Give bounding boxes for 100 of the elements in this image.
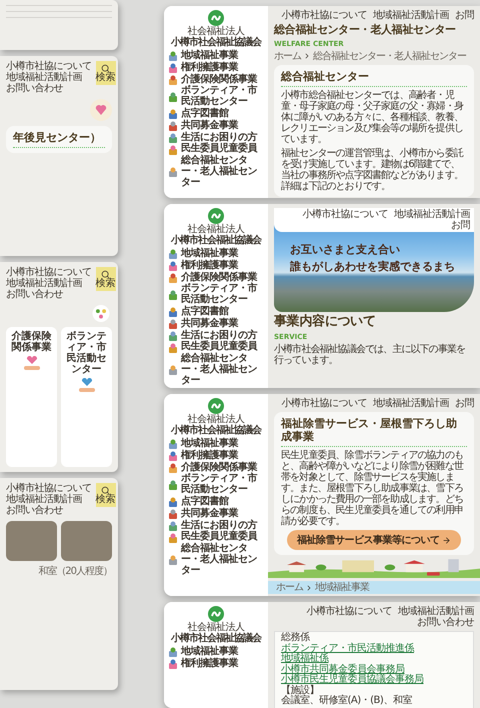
sidebar-item[interactable]: 共同募金事業 (168, 508, 264, 520)
section-heading: 事業内容について (274, 315, 377, 330)
sidebar-item[interactable]: 点字図書館 (168, 306, 264, 318)
org-name: 小樽市社会福祉協議会 (171, 633, 261, 644)
nav-link[interactable]: 地域福祉活動計画 (373, 10, 449, 21)
sidebar-item[interactable]: ボランティア・市民活動センター (168, 284, 264, 306)
sidebar-item[interactable]: 点字図書館 (168, 108, 264, 120)
sidebar-item[interactable]: ボランティア・市民活動センター (168, 474, 264, 496)
sidebar-item[interactable]: 共同募金事業 (168, 318, 264, 330)
sidebar-item[interactable]: ボランティア・市民活動センター (168, 86, 264, 108)
arrow-icon (442, 536, 452, 545)
sidebar-item[interactable]: 権利擁護事業 (168, 62, 264, 74)
category-icon (168, 63, 178, 74)
category-icon (168, 290, 178, 300)
search-icon (101, 486, 110, 494)
category-icon (168, 532, 178, 543)
nav-link[interactable]: 地域福祉活動計画 (394, 209, 470, 220)
search-button[interactable]: 検索 (96, 483, 116, 507)
category-icon (168, 451, 178, 462)
nav-link[interactable]: 地域福祉活動計画 (398, 606, 474, 617)
office-link[interactable]: ボランティア・市民活動推進係 (281, 644, 467, 654)
info-text: 会議室、研修室(A)・(B)、和室 (281, 696, 413, 706)
nav-link[interactable]: お問 (455, 10, 474, 21)
nav-link[interactable]: お問い合わせ (417, 617, 474, 628)
sidebar-item[interactable]: 生活にお困りの方 (168, 330, 264, 342)
sidebar-item[interactable]: 地域福祉事業 (168, 439, 264, 450)
org-type: 社会福祉法人 (188, 224, 244, 235)
nav-link[interactable]: お問い合わせ (6, 289, 92, 300)
paragraph: 民生児童委員、除雪ボランティアの協力のもと、高齢や障がいなどにより除雪が困難な世帯を対象として、除雪サービスを実施します。また、屋根雪下ろし助成事業は、雪下ろしにかかった費用の一部を助成します。どちらの制度も、民生児童委員を通しての利用申請が必要です。 (281, 450, 464, 528)
nav-link[interactable]: お問い合わせ (6, 83, 92, 94)
sidebar-item[interactable]: 民生委員児童委員 (168, 532, 264, 544)
search-icon (101, 270, 110, 278)
service-card[interactable]: ボランティア・市民活動センター (61, 327, 112, 467)
office-link[interactable]: 小樽市民生児童委員協議会事務局 (281, 675, 467, 686)
nav-link[interactable]: 地域福祉活動計画 (6, 278, 92, 289)
paragraph: 福祉センターの運営管理は、小樽市から委託を受け実施しています。建物は6階建てで、当社の事務所や点字図書館などがあります。詳細は下記のとおりです。 (281, 148, 464, 192)
info-button[interactable]: 福祉除雪サービス事業等について (286, 530, 462, 550)
section-heading: 福祉除雪サービス・屋根雪下ろし助成事業 (281, 417, 467, 448)
category-icon (168, 647, 178, 658)
category-icon (168, 92, 178, 102)
sidebar-item[interactable]: 地域福祉事業 (168, 647, 264, 658)
hero-heading: お互いさまと支え合い (290, 242, 401, 257)
nav-link[interactable]: 小樽市社協について (282, 10, 367, 21)
office-link[interactable]: 地域福祉係 (281, 654, 467, 664)
category-icon (168, 659, 178, 670)
breadcrumb-item: 総合福祉センター・老人福祉センター (313, 50, 466, 62)
logo-icon (208, 10, 224, 26)
org-name: 小樽市社会福祉協議会 (171, 235, 261, 246)
nav-link[interactable]: お問い合わせ (6, 505, 92, 516)
sidebar-item[interactable]: 地域福祉事業 (168, 51, 264, 62)
search-button[interactable]: 検索 (96, 267, 116, 291)
nav-link[interactable]: 小樽市社協について (306, 606, 392, 617)
sidebar-item[interactable]: 地域福祉事業 (168, 249, 264, 260)
heart-badge-icon (90, 99, 112, 121)
sidebar-item[interactable]: 生活にお困りの方 (168, 132, 264, 144)
sidebar-item[interactable]: 共同募金事業 (168, 120, 264, 132)
sidebar-item[interactable]: 点字図書館 (168, 496, 264, 508)
people-icon (90, 305, 112, 322)
logo-icon (208, 606, 224, 622)
category-icon (168, 365, 178, 376)
category-icon (168, 509, 178, 520)
sidebar-item[interactable]: 権利擁護事業 (168, 260, 264, 272)
nav-link[interactable]: 地域福祉活動計画 (6, 494, 92, 505)
info-text: 【施設】 (281, 686, 319, 696)
sidebar-item[interactable]: 権利擁護事業 (168, 450, 264, 462)
nav-link[interactable]: 小樽市社協について (6, 483, 92, 494)
chevron-icon (303, 52, 311, 60)
nav-link[interactable]: お問 (451, 220, 470, 231)
sidebar-item[interactable]: 総合福祉センター・老人福祉センター (168, 544, 264, 577)
nav-link[interactable]: 小樽市社協について (6, 267, 92, 278)
photo-placeholder (61, 521, 112, 561)
category-icon (168, 330, 178, 341)
paragraph: 小樽市社会福祉協議会では、主に以下の事業を行っています。 (274, 344, 466, 366)
nav-link[interactable]: 小樽市社協について (302, 209, 388, 220)
search-button[interactable]: 検索 (96, 61, 116, 85)
nav-link[interactable]: 小樽市社協について (6, 61, 92, 72)
sidebar-item[interactable]: 民生委員児童委員 (168, 342, 264, 354)
category-icon (168, 342, 178, 353)
nav-link[interactable]: 小樽市社協について (282, 398, 367, 409)
nav-link[interactable]: 地域福祉活動計画 (373, 398, 449, 409)
category-icon (168, 144, 178, 155)
nav-link[interactable]: 地域福祉活動計画 (6, 72, 92, 83)
breadcrumb-item[interactable]: ホーム (276, 582, 303, 594)
category-icon (168, 555, 178, 566)
sidebar-item[interactable]: 民生委員児童委員 (168, 144, 264, 156)
page-title: 総合福祉センター・老人福祉センター (274, 24, 457, 37)
org-type: 社会福祉法人 (188, 26, 244, 37)
category-icon (168, 121, 178, 132)
category-icon (168, 167, 178, 178)
sidebar-item[interactable]: 生活にお困りの方 (168, 520, 264, 532)
service-card[interactable]: 介護保険関係事業 (6, 327, 57, 467)
office-link[interactable]: 小樽市共同募金委員会事務局 (281, 664, 467, 675)
sidebar-item[interactable]: 権利擁護事業 (168, 658, 264, 670)
nav-link[interactable]: お問 (455, 398, 474, 409)
sidebar-item[interactable]: 総合福祉センター・老人福祉センター (168, 156, 264, 189)
photo-caption: 和室（20人程度） (38, 566, 112, 577)
category-icon (168, 307, 178, 318)
breadcrumb-item[interactable]: ホーム (274, 50, 301, 62)
sidebar-item[interactable]: 総合福祉センター・老人福祉センター (168, 354, 264, 387)
org-name: 小樽市社会福祉協議会 (171, 425, 261, 436)
